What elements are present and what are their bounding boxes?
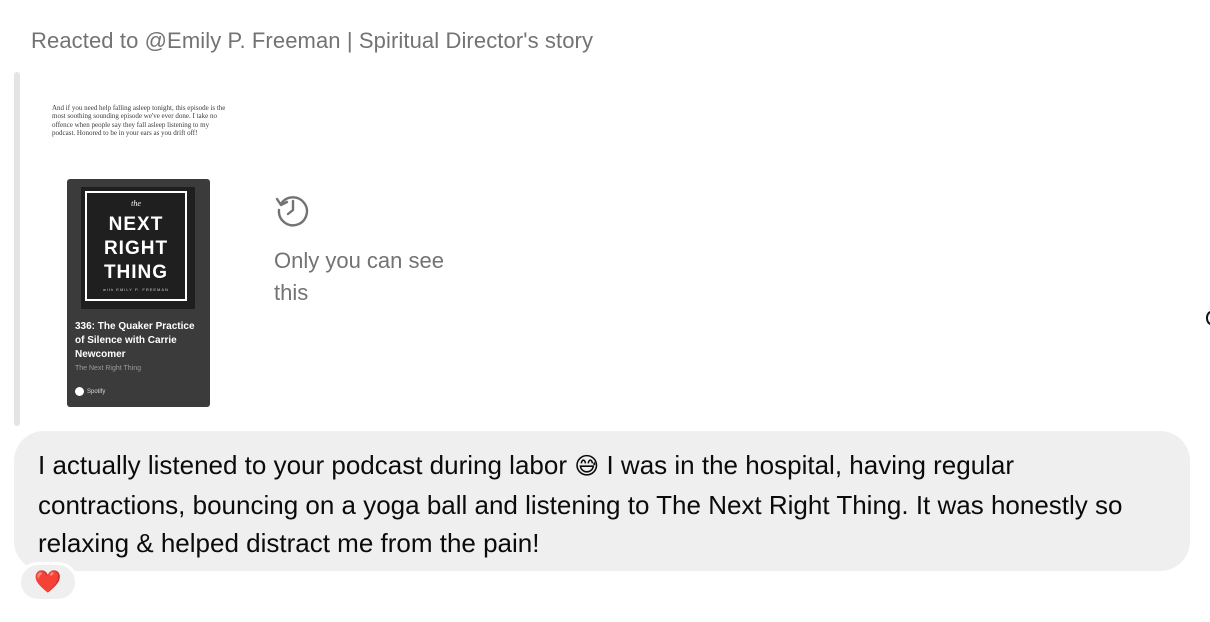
reacted-to-story-label: Reacted to @Emily P. Freeman | Spiritual…: [31, 28, 594, 53]
spotify-icon: [75, 387, 84, 396]
heart-icon: ❤️: [34, 569, 62, 594]
history-icon: [275, 196, 309, 227]
dm-thread: Reacted to @Emily P. Freeman | Spiritual…: [0, 0, 1210, 622]
reaction-pill[interactable]: ❤️: [18, 562, 78, 602]
cover-title-line: THING: [103, 262, 169, 283]
offscreen-control-edge: [1206, 311, 1210, 325]
episode-title: 336: The Quaker Practice of Silence with…: [75, 321, 195, 360]
podcast-cover-art: the NEXT RIGHT THING with EMILY P. FREEM…: [81, 187, 195, 309]
private-notice-text: Only you can see this: [274, 248, 444, 305]
spotify-label: Spotify: [87, 388, 106, 395]
message-text-part: I actually listened to your podcast duri…: [38, 450, 567, 480]
cover-the: the: [131, 199, 141, 208]
private-notice: Only you can see this: [274, 190, 454, 309]
story-preview[interactable]: And if you need help falling asleep toni…: [48, 100, 228, 412]
spotify-badge: Spotify: [75, 387, 105, 396]
cover-title-line: RIGHT: [103, 238, 169, 259]
cover-title-line: NEXT: [108, 214, 164, 235]
story-quote-bar: [14, 72, 20, 426]
message-text: I actually listened to your podcast duri…: [38, 446, 1166, 562]
podcast-card: the NEXT RIGHT THING with EMILY P. FREEM…: [67, 179, 210, 407]
story-caption: And if you need help falling asleep toni…: [52, 104, 226, 138]
cover-title: NEXT RIGHT THING: [87, 213, 185, 285]
sweat-smile-emoji-icon: 😅: [574, 453, 600, 480]
message-bubble[interactable]: I actually listened to your podcast duri…: [14, 431, 1190, 571]
show-name: The Next Right Thing: [75, 365, 142, 372]
cover-author: with EMILY P. FREEMAN: [103, 287, 169, 292]
